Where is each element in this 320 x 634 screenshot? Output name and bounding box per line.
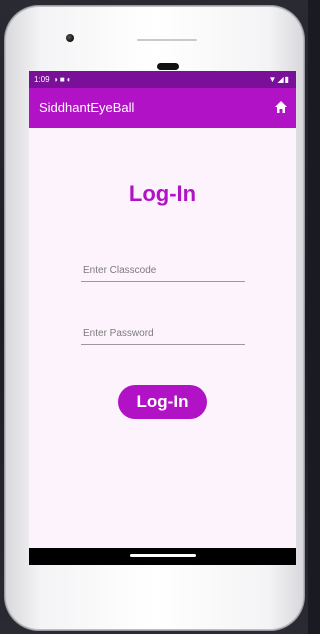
navigation-bar: [29, 548, 296, 565]
status-icons-left: ◑■◐: [53, 71, 74, 88]
home-indicator[interactable]: [130, 554, 196, 557]
phone-screen: 1:09 ◑■◐ ▼◢▮ SiddhantEyeBall Log-In Log-…: [29, 71, 296, 565]
home-icon-glyph: [275, 101, 287, 113]
battery-icon: ▮: [284, 75, 290, 84]
status-icons-right: ▼◢▮: [269, 71, 290, 88]
sim-icon: ■: [59, 75, 67, 84]
data-saver-icon: ◐: [66, 75, 74, 84]
page-title: Log-In: [128, 181, 197, 206]
classcode-input[interactable]: [81, 259, 245, 282]
status-bar: 1:09 ◑■◐ ▼◢▮: [29, 71, 296, 88]
home-icon[interactable]: [274, 100, 288, 114]
signal-icon: ◢: [277, 75, 285, 84]
app-title: SiddhantEyeBall: [39, 100, 135, 115]
app-bar: SiddhantEyeBall: [29, 88, 296, 128]
login-button[interactable]: Log-In: [118, 385, 207, 419]
speaker-grille: [137, 39, 197, 41]
vpn-icon: ◑: [53, 75, 60, 84]
front-camera: [66, 34, 74, 42]
password-input[interactable]: [81, 322, 245, 345]
status-time: 1:09: [34, 75, 50, 84]
earpiece: [157, 63, 179, 70]
